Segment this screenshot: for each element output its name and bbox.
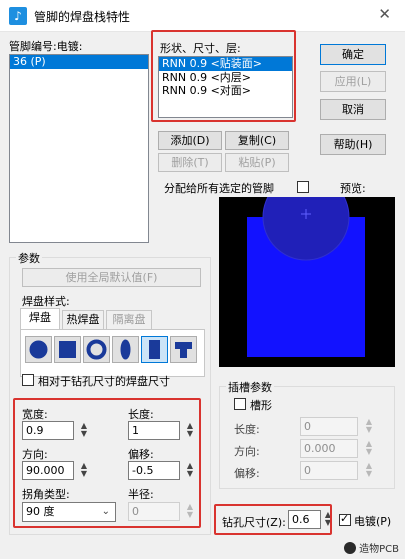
plated-checkbox[interactable] (339, 512, 351, 526)
odd-shape-button[interactable] (170, 336, 197, 363)
rectangle-icon (149, 340, 160, 359)
circle-shape-button[interactable] (25, 336, 52, 363)
tab-antipad[interactable]: 隔离盘 (106, 310, 152, 329)
slot-direction-spinner[interactable]: ▲ ▼ (364, 440, 374, 456)
ring-icon (86, 339, 107, 360)
help-button[interactable]: 帮助(H) (320, 134, 386, 155)
pad-stack-dialog: ♪ 管脚的焊盘栈特性 ✕ 管脚编号:电镀: 36 (P) 形状、尺寸、层: RN… (0, 0, 405, 559)
title-bar: ♪ 管脚的焊盘栈特性 ✕ (0, 0, 405, 32)
pin-list-item[interactable]: 36 (P) (10, 55, 148, 69)
square-shape-button[interactable] (54, 336, 81, 363)
slot-length-field[interactable]: 0 (300, 417, 358, 436)
preview-label: 预览: (340, 182, 366, 195)
slot-offset-label: 偏移: (234, 467, 260, 480)
tab-pad[interactable]: 焊盘 (20, 308, 60, 329)
slot-length-label: 长度: (234, 423, 260, 436)
circle-icon (29, 340, 48, 359)
assign-all-label: 分配给所有选定的管脚 (164, 182, 274, 195)
slot-length-spinner[interactable]: ▲ ▼ (364, 418, 374, 434)
pin-list-label: 管脚编号:电镀: (9, 40, 83, 53)
close-icon[interactable]: ✕ (378, 5, 391, 23)
oval-shape-button[interactable] (112, 336, 139, 363)
pad-style-label: 焊盘样式: (22, 295, 70, 308)
square-icon (59, 341, 76, 358)
relative-size-checkbox[interactable] (22, 374, 34, 386)
slot-offset-spinner[interactable]: ▲ ▼ (364, 462, 374, 478)
ok-button[interactable]: 确定 (320, 44, 386, 65)
pad-preview (219, 173, 395, 367)
ring-shape-button[interactable] (83, 336, 110, 363)
app-icon: ♪ (9, 7, 27, 25)
oval-icon (120, 339, 131, 360)
copy-button[interactable]: 复制(C) (225, 131, 289, 150)
watermark-logo-icon (344, 541, 357, 554)
paste-button[interactable]: 粘贴(P) (225, 153, 289, 172)
slot-group-title: 插槽参数 (226, 379, 274, 395)
relative-size-label: 相对于钻孔尺寸的焊盘尺寸 (38, 375, 170, 388)
rectangle-shape-button[interactable] (141, 336, 168, 363)
odd-shape-icon (175, 342, 192, 358)
plated-label: 电镀(P) (354, 515, 392, 528)
slotted-checkbox[interactable] (234, 398, 246, 410)
pad-preview-drawing (247, 173, 365, 357)
watermark-text: 造物PCB (359, 544, 399, 555)
apply-button[interactable]: 应用(L) (320, 71, 386, 92)
highlight-box-dimensions (13, 398, 201, 528)
slot-direction-label: 方向: (234, 445, 260, 458)
delete-button[interactable]: 删除(T) (158, 153, 222, 172)
watermark: 造物PCB (344, 540, 399, 555)
add-button[interactable]: 添加(D) (158, 131, 222, 150)
params-group-title: 参数 (16, 250, 42, 266)
tab-thermal[interactable]: 热焊盘 (62, 310, 104, 329)
assign-all-checkbox[interactable] (297, 181, 309, 193)
slot-direction-field[interactable]: 0.000 (300, 439, 358, 458)
use-default-button[interactable]: 使用全局默认值(F) (22, 268, 201, 287)
window-title: 管脚的焊盘栈特性 (34, 10, 131, 24)
highlight-box-layers (151, 30, 296, 122)
slot-offset-field[interactable]: 0 (300, 461, 358, 480)
highlight-box-drill (214, 504, 332, 535)
slotted-label: 槽形 (250, 399, 272, 412)
cancel-button[interactable]: 取消 (320, 99, 386, 120)
pin-list[interactable]: 36 (P) (9, 54, 149, 243)
